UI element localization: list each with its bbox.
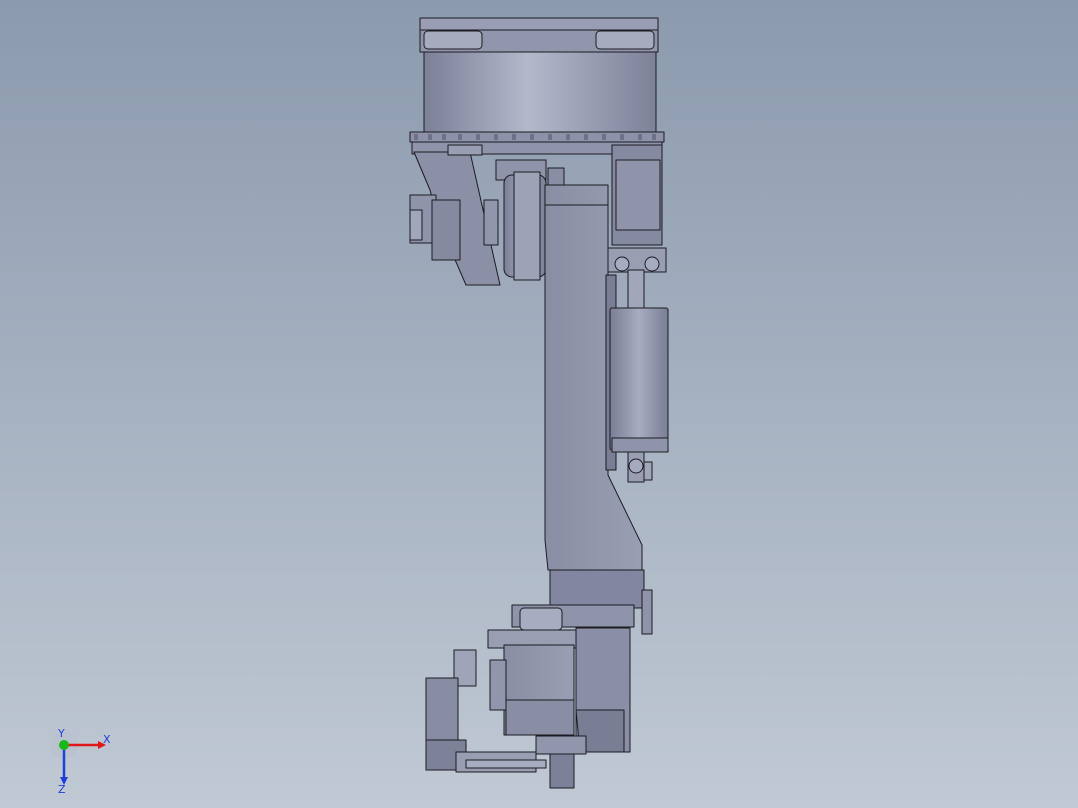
y-axis-label: Y [57,727,65,740]
linear-actuator [609,269,669,483]
wrist-assembly [425,629,587,789]
graphics-viewport[interactable]: X Y Z [0,0,1078,808]
base-housing [409,17,665,155]
top-right-motor [607,144,667,273]
z-axis-label: Z [58,783,66,795]
x-axis-label: X [103,733,111,746]
reference-triad: X Y Z [50,727,111,795]
y-axis-dot [59,740,69,750]
robot-arm-model[interactable] [0,0,1078,808]
